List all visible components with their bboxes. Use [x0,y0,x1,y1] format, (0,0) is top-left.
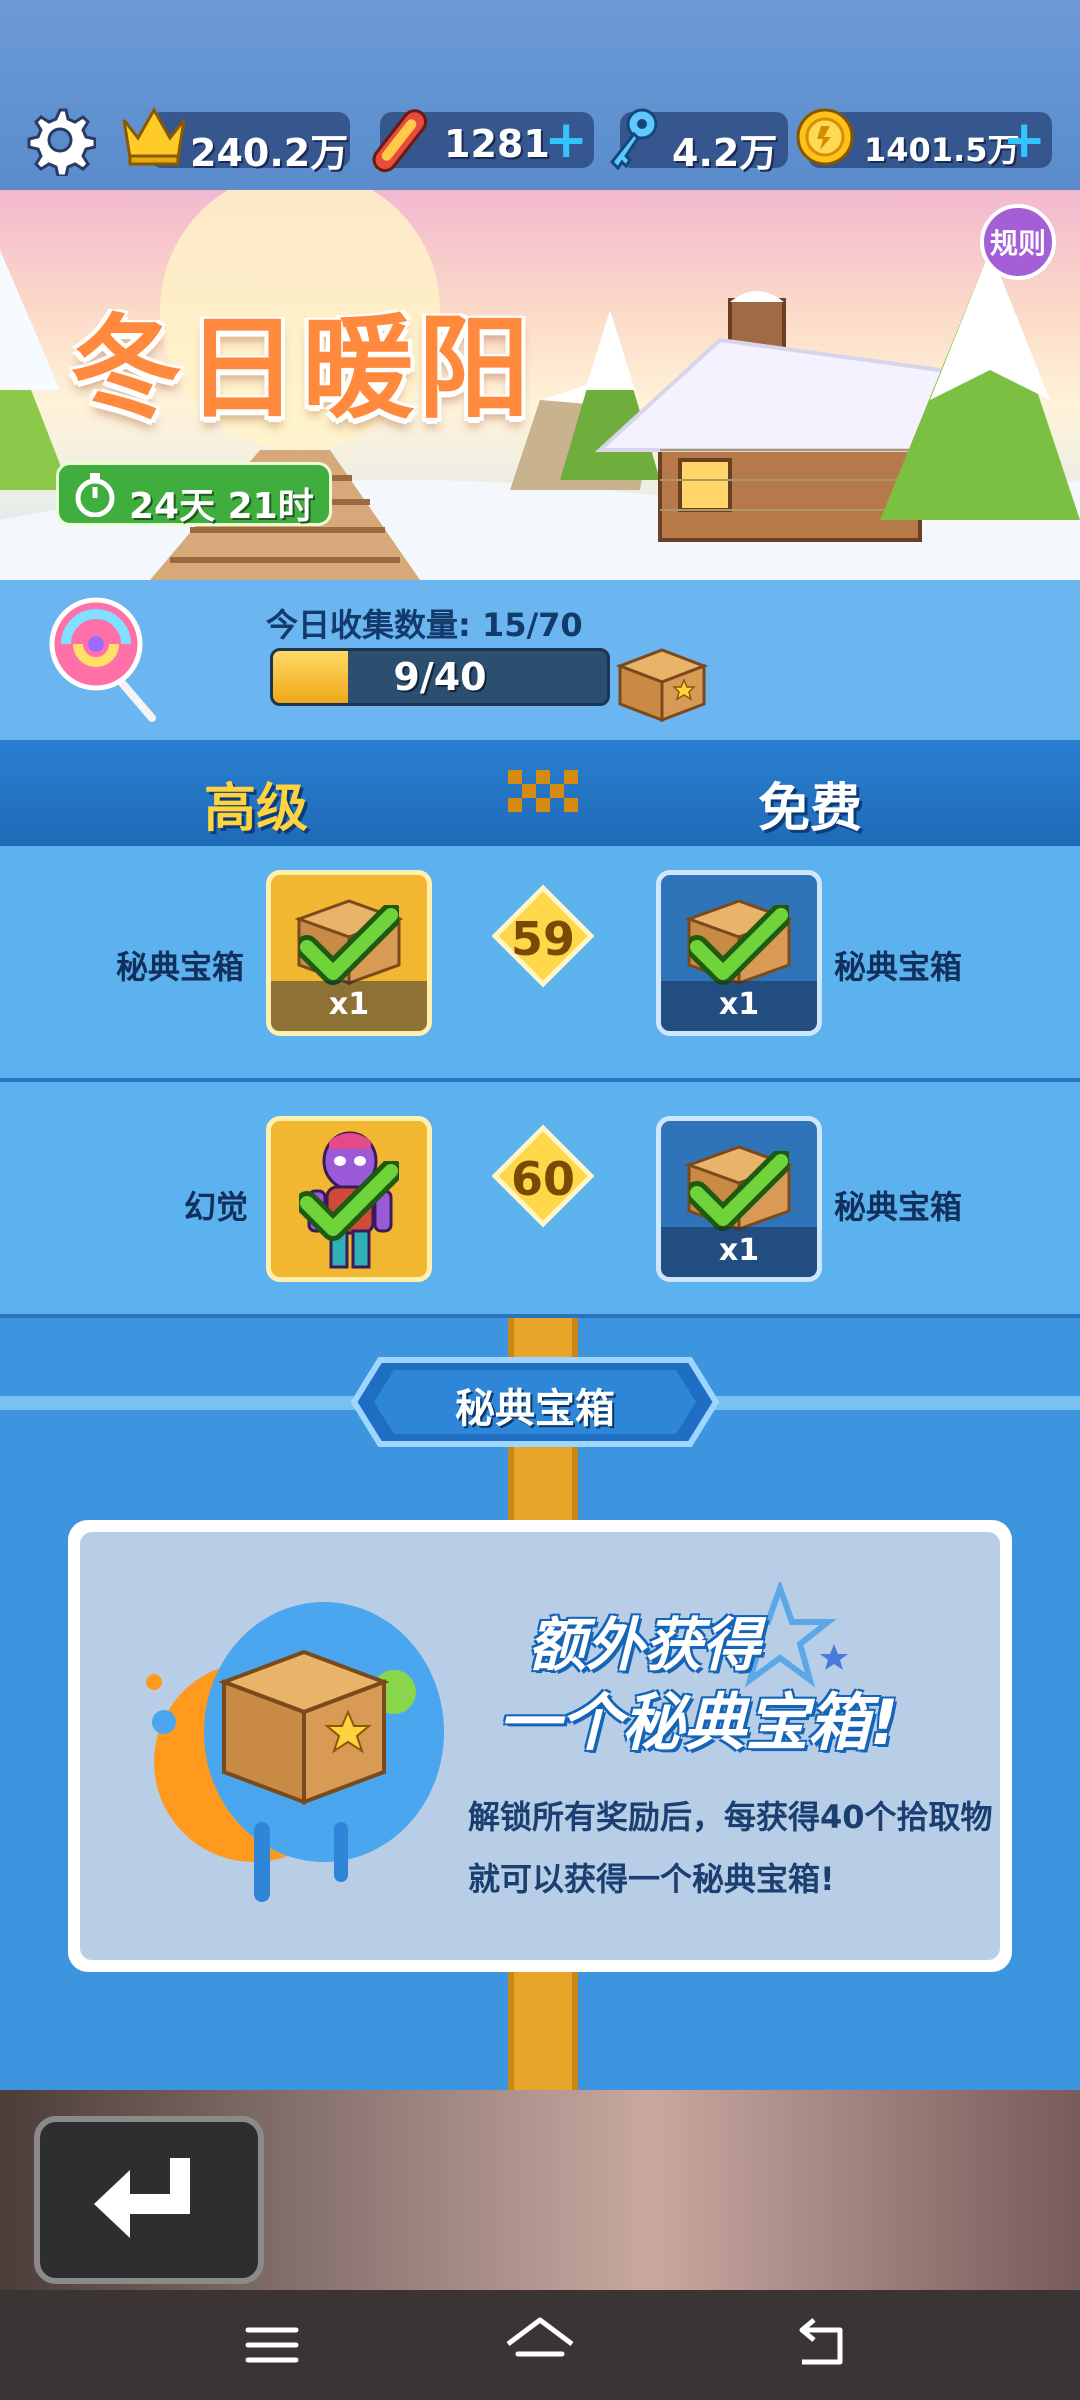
bonus-info-card: 额外获得 一个秘典宝箱! 解锁所有奖励后，每获得40个拾取物就可以获得一个秘典宝… [68,1520,1012,1972]
free-reward-slot[interactable]: x1 [656,1116,822,1282]
premium-reward-slot[interactable] [266,1116,432,1282]
back-nav-icon[interactable] [784,2310,864,2380]
claimed-checkmark-icon [299,905,399,985]
reward-quantity: x1 [271,981,427,1031]
progress-text: 9/40 [393,655,487,699]
lollipop-icon [49,597,156,722]
event-banner: 冬日暖阳 规则 24天 21时 [0,190,1080,580]
bonus-headline-2: 一个秘典宝箱! [498,1686,899,1759]
coins-value: 1401.5万 [864,131,1020,169]
collection-progress-bar: 9/40 [270,648,610,706]
track-row: 幻觉 60 x1 秘典宝箱 [0,1082,1080,1318]
premium-reward-label: 秘典宝箱 [116,948,245,986]
settings-gear-icon[interactable] [24,104,96,176]
level-number: 59 [510,912,575,966]
add-coins-button[interactable]: + [1002,114,1046,166]
add-hoverboards-button[interactable]: + [544,114,588,166]
reward-chest-icon [615,648,709,722]
daily-collection-label: 今日收集数量: 15/70 [266,606,583,644]
crowns-value: 240.2万 [190,131,349,175]
reward-quantity: x1 [661,981,817,1031]
coin-icon [796,108,854,166]
bonus-headline-1: 额外获得 [528,1611,761,1679]
bonus-description: 解锁所有奖励后，每获得40个拾取物就可以获得一个秘典宝箱! [468,1798,993,1898]
premium-reward-slot[interactable]: x1 [266,870,432,1036]
reward-quantity: x1 [661,1227,817,1277]
return-arrow-icon [94,2158,190,2238]
free-reward-label: 秘典宝箱 [834,1188,963,1226]
free-column-header: 免费 [758,779,863,839]
checkered-flag-icon [508,770,578,812]
reward-track[interactable]: 高级 免费 秘典宝箱 x1 59 x1 秘典宝箱 幻觉 60 x1 秘典宝箱 秘… [0,740,1080,2090]
timer-text: 24天 21时 [129,486,314,527]
system-nav-bar [0,2290,1080,2400]
recent-apps-icon[interactable] [232,2310,312,2380]
event-timer: 24天 21时 [56,462,332,527]
level-marker: 60 [491,1124,595,1228]
collection-panel: 今日收集数量: 15/70 9/40 [0,580,1080,740]
claimed-checkmark-icon [689,1151,789,1231]
claimed-checkmark-icon [299,1161,399,1241]
free-reward-slot[interactable]: x1 [656,870,822,1036]
top-bar: 240.2万 1281 + 4.2万 1401.5万 + [0,0,1080,190]
premium-reward-label: 幻觉 [184,1188,249,1226]
hoverboard-icon [372,109,428,173]
key-icon [609,108,658,171]
bonus-info-inner: 额外获得 一个秘典宝箱! 解锁所有奖励后，每获得40个拾取物就可以获得一个秘典宝… [80,1532,1000,1960]
crown-icon [122,106,186,166]
track-row: 秘典宝箱 x1 59 x1 秘典宝箱 [0,846,1080,1082]
claimed-checkmark-icon [689,905,789,985]
section-title: 秘典宝箱 [455,1386,615,1432]
track-header: 高级 免费 [0,740,1080,846]
level-number: 60 [510,1152,575,1206]
rules-button[interactable]: 规则 [980,204,1056,280]
event-title: 冬日暖阳 [70,304,534,434]
premium-column-header: 高级 [204,779,309,839]
bonus-chest-illustration [146,1602,444,1902]
free-reward-label: 秘典宝箱 [834,948,963,986]
level-marker: 59 [491,884,595,988]
home-icon[interactable] [500,2310,580,2380]
back-button[interactable] [34,2116,264,2284]
hoverboards-value: 1281 [444,122,550,166]
keys-value: 4.2万 [672,131,778,175]
stopwatch-icon [75,473,115,517]
